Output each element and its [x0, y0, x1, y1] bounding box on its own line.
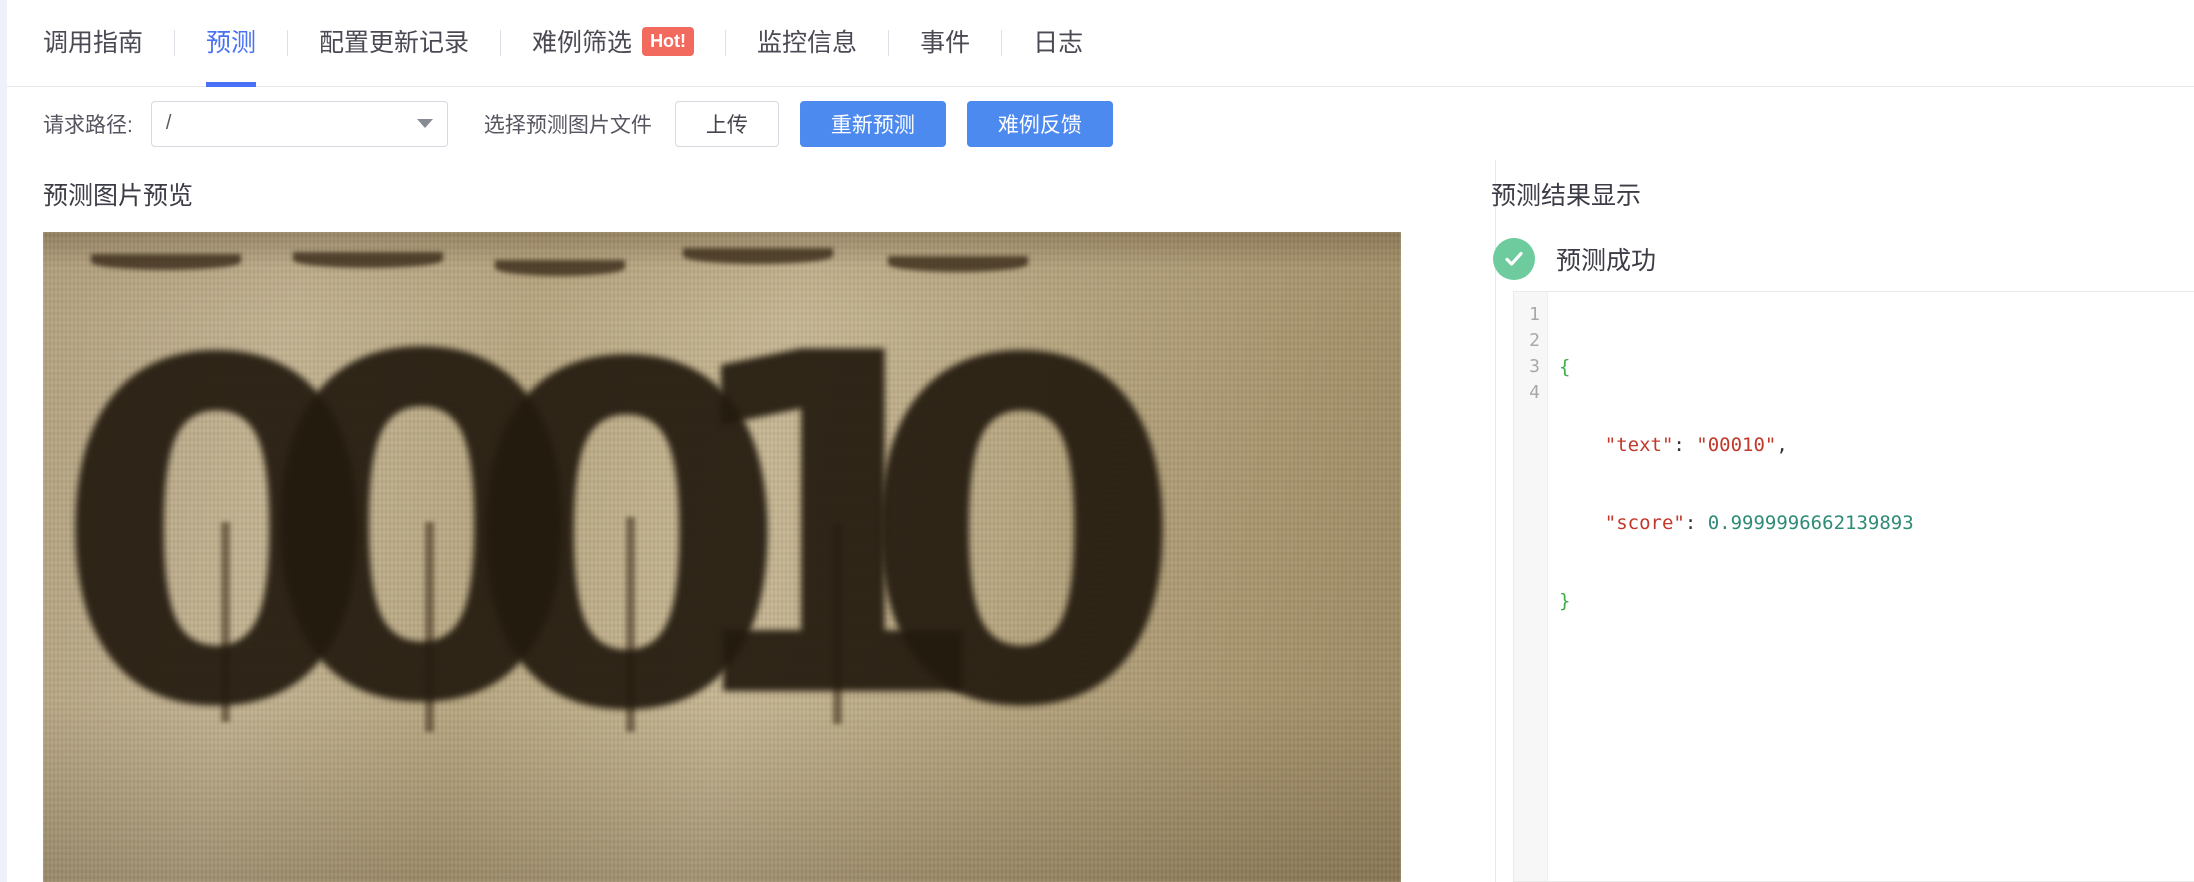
status-text: 预测成功 [1556, 247, 1657, 275]
code-value-score: 0.9999996662139893 [1707, 512, 1914, 534]
tab-events[interactable]: 事件 [920, 0, 970, 87]
tab-label: 调用指南 [43, 28, 144, 57]
tab-separator [500, 30, 502, 56]
tab-bar: 调用指南 预测 配置更新记录 难例筛选 Hot! 监控信息 事件 日志 [7, 0, 2194, 87]
tab-label: 监控信息 [757, 28, 858, 57]
plate-digit: 0 [463, 267, 791, 814]
code-colon: : [1684, 512, 1708, 534]
check-circle-icon [1493, 238, 1535, 280]
code-key-text: "text" [1604, 434, 1674, 456]
line-number: 2 [1529, 330, 1540, 351]
plate-digit: 1 [668, 255, 996, 802]
prediction-image-preview: 0 0 0 1 0 [43, 232, 1401, 882]
tab-separator [888, 30, 890, 56]
upload-button[interactable]: 上传 [674, 100, 779, 147]
tab-separator [725, 30, 727, 56]
plate-digit: 0 [53, 263, 381, 810]
tab-monitoring-info[interactable]: 监控信息 [757, 0, 857, 87]
request-path-value: / [165, 112, 172, 134]
line-number: 1 [1529, 304, 1540, 325]
page-left-edge-strip [0, 0, 7, 882]
repredict-button[interactable]: 重新预测 [799, 100, 946, 147]
prediction-result-panel: 预测结果显示 预测成功 1 2 3 4 { "text": "00010", "… [1451, 160, 2194, 882]
plate-digit: 0 [258, 259, 586, 806]
tab-config-update-log[interactable]: 配置更新记录 [319, 0, 469, 87]
prediction-result-title: 预测结果显示 [1491, 182, 1642, 210]
select-image-file-label: 选择预测图片文件 [483, 113, 652, 137]
code-comma: , [1776, 434, 1788, 456]
tab-label: 难例筛选 [532, 28, 633, 57]
hard-example-feedback-button[interactable]: 难例反馈 [966, 100, 1113, 147]
tab-label: 配置更新记录 [319, 28, 470, 57]
plate-digit: 0 [858, 263, 1186, 810]
code-content: { "text": "00010", "score": 0.9999996662… [1548, 292, 2194, 881]
tab-label: 日志 [1033, 28, 1084, 57]
prediction-toolbar: 请求路径: / 选择预测图片文件 上传 重新预测 难例反馈 [7, 87, 2194, 160]
line-number: 3 [1529, 356, 1540, 377]
chevron-down-icon [416, 119, 433, 128]
tab-logs[interactable]: 日志 [1033, 0, 1083, 87]
status-row: 预测成功 [1451, 212, 2194, 280]
request-path-select[interactable]: / [150, 100, 448, 147]
tab-separator [287, 30, 289, 56]
tab-hard-example-filter[interactable]: 难例筛选 Hot! [532, 0, 695, 87]
line-number: 4 [1529, 382, 1540, 403]
tab-separator [174, 30, 176, 56]
code-close-brace: } [1559, 590, 1571, 612]
code-line-2: "text": "00010", [1559, 432, 2194, 458]
hot-badge: Hot! [642, 26, 695, 56]
code-gutter: 1 2 3 4 [1514, 292, 1548, 881]
code-line-3: "score": 0.9999996662139893 [1559, 510, 2194, 536]
code-line-4: } [1559, 588, 2194, 614]
prediction-page: 调用指南 预测 配置更新记录 难例筛选 Hot! 监控信息 事件 日志 请求路径… [0, 0, 2194, 882]
code-open-brace: { [1559, 356, 1571, 378]
image-preview-panel: 预测图片预览 0 0 0 1 0 [7, 160, 1451, 882]
tab-label: 事件 [920, 28, 971, 57]
code-key-score: "score" [1604, 512, 1685, 534]
tab-separator [1001, 30, 1003, 56]
code-value-text: "00010" [1696, 434, 1777, 456]
prediction-result-code-block[interactable]: 1 2 3 4 { "text": "00010", "score": 0.99… [1513, 291, 2194, 882]
tab-prediction[interactable]: 预测 [206, 0, 257, 87]
tab-label: 预测 [206, 28, 257, 57]
code-line-1: { [1559, 354, 2194, 380]
request-path-label: 请求路径: [43, 113, 133, 137]
tab-invocation-guide[interactable]: 调用指南 [43, 0, 143, 87]
code-colon: : [1673, 434, 1697, 456]
image-preview-title: 预测图片预览 [43, 182, 194, 210]
